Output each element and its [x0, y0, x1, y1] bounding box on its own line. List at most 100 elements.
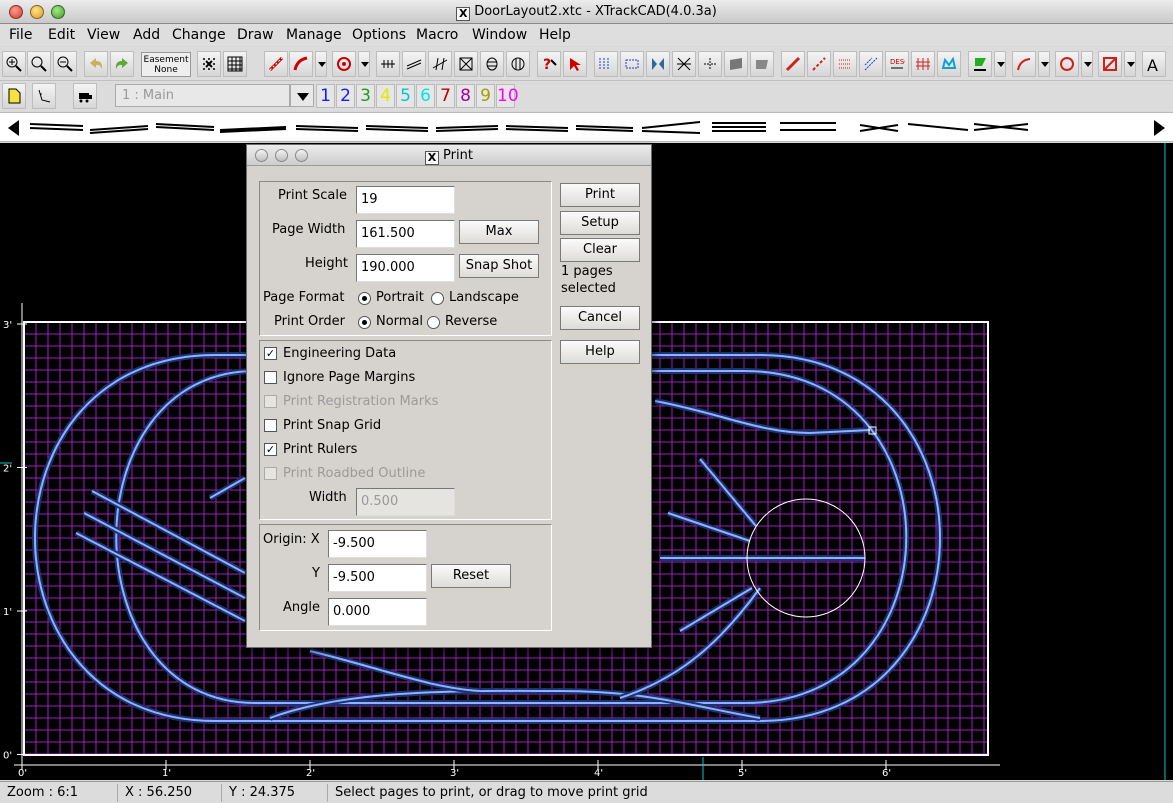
menu-edit[interactable]: Edit: [48, 27, 75, 43]
layer-select-dropdown[interactable]: [290, 84, 314, 107]
draw-circle-dropdown[interactable]: [1081, 51, 1093, 77]
profile-button[interactable]: [750, 51, 774, 77]
rotate-button[interactable]: [620, 51, 644, 77]
describe-button[interactable]: ?: [537, 51, 561, 77]
origin-x-input[interactable]: -9.500: [328, 530, 427, 558]
normal-order-radio[interactable]: [358, 316, 371, 329]
menu-help[interactable]: Help: [539, 27, 571, 43]
hot-bar-part-9[interactable]: [575, 125, 634, 132]
text-button[interactable]: [937, 51, 961, 77]
cancel-button[interactable]: Cancel: [560, 306, 640, 330]
color-fill-button[interactable]: [968, 51, 992, 77]
straight-track-button[interactable]: [376, 51, 400, 77]
hot-bar-part-11[interactable]: [712, 122, 766, 132]
color-fill-dropdown[interactable]: [994, 51, 1006, 77]
car-button[interactable]: [807, 51, 831, 77]
draw-line-button[interactable]: [1012, 51, 1036, 77]
hot-bar-part-5[interactable]: [295, 125, 359, 132]
reset-button[interactable]: Reset: [431, 564, 511, 588]
page-width-input[interactable]: 161.500: [356, 220, 455, 248]
menu-macro[interactable]: Macro: [416, 27, 458, 43]
undo-button[interactable]: [84, 51, 108, 77]
hot-bar-part-12[interactable]: [780, 122, 836, 131]
snap-button[interactable]: [197, 51, 221, 77]
page-height-input[interactable]: 190.000: [356, 254, 455, 282]
hot-bar-part-6[interactable]: [365, 125, 429, 132]
zoom-button[interactable]: [27, 51, 51, 77]
dialog-zoom-button[interactable]: [295, 149, 308, 162]
hot-bar-part-3[interactable]: [155, 123, 215, 131]
curve-track-button[interactable]: [289, 51, 313, 77]
snap-shot-button[interactable]: Snap Shot: [459, 254, 539, 278]
draw-line-dropdown[interactable]: [1038, 51, 1050, 77]
draw-box-dropdown[interactable]: [1124, 51, 1136, 77]
turntable-button[interactable]: [506, 51, 530, 77]
curve-track-dropdown[interactable]: [315, 51, 327, 77]
connect-button[interactable]: [698, 51, 722, 77]
layer-button-1[interactable]: 1: [316, 84, 335, 108]
setup-button[interactable]: Setup: [560, 211, 640, 235]
select-button[interactable]: [563, 51, 587, 77]
snap-grid-checkbox[interactable]: [264, 419, 277, 432]
hot-bar-part-8[interactable]: [505, 125, 569, 132]
menu-view[interactable]: View: [87, 27, 120, 43]
helix-button[interactable]: [428, 51, 452, 77]
menu-draw[interactable]: Draw: [237, 27, 274, 43]
hot-bar-part-13[interactable]: [859, 123, 969, 132]
hot-bar-part-7[interactable]: [435, 125, 499, 132]
hot-bar-right-arrow-icon[interactable]: [1149, 117, 1169, 139]
layer-button-3[interactable]: 3: [356, 84, 375, 108]
layer-button-9[interactable]: 9: [476, 84, 495, 108]
clear-button[interactable]: Clear: [560, 238, 640, 262]
landscape-radio[interactable]: [431, 292, 444, 305]
ignore-margins-checkbox[interactable]: [264, 371, 277, 384]
max-button[interactable]: Max: [459, 220, 539, 244]
menu-file[interactable]: File: [9, 27, 32, 43]
move-button[interactable]: [594, 51, 618, 77]
hot-bar-part-14[interactable]: [973, 123, 1029, 131]
redo-button[interactable]: [110, 51, 134, 77]
flex-track-button[interactable]: [264, 51, 288, 77]
help-button[interactable]: Help: [560, 340, 640, 364]
origin-y-input[interactable]: -9.500: [328, 564, 427, 592]
train-button[interactable]: [781, 51, 805, 77]
dialog-minimize-button[interactable]: [275, 149, 288, 162]
angle-input[interactable]: 0.000: [328, 598, 427, 626]
flip-button[interactable]: [646, 51, 670, 77]
hot-bar-part-1[interactable]: [29, 123, 84, 131]
registration-marks-checkbox[interactable]: [264, 395, 277, 408]
print-scale-input[interactable]: 19: [356, 186, 455, 214]
easement-button[interactable]: Easement None: [141, 52, 191, 77]
hot-bar-part-2[interactable]: [89, 125, 149, 134]
hot-bar-parts[interactable]: [28, 118, 1068, 138]
layer-button-5[interactable]: 5: [396, 84, 415, 108]
menu-add[interactable]: Add: [133, 27, 160, 43]
draw-circle-button[interactable]: [1055, 51, 1079, 77]
grid-button[interactable]: [223, 51, 247, 77]
zoom-out-button[interactable]: [53, 51, 77, 77]
signal-button[interactable]: DESC: [885, 51, 909, 77]
print-rulers-checkbox[interactable]: ✓: [264, 443, 277, 456]
new-file-button[interactable]: [2, 83, 26, 109]
menu-window[interactable]: Window: [472, 27, 527, 43]
engineering-data-checkbox[interactable]: ✓: [264, 347, 277, 360]
turnout-dropdown[interactable]: [358, 51, 370, 77]
draw-box-button[interactable]: [1098, 51, 1122, 77]
print-button[interactable]: Print: [560, 183, 640, 207]
layer-button-7[interactable]: 7: [436, 84, 455, 108]
roadbed-width-input[interactable]: 0.500: [356, 488, 455, 516]
bridge-button[interactable]: [480, 51, 504, 77]
split-button[interactable]: [672, 51, 696, 77]
block-button[interactable]: [833, 51, 857, 77]
layer-button-2[interactable]: 2: [336, 84, 355, 108]
dialog-close-button[interactable]: [255, 149, 268, 162]
layer-button-4[interactable]: 4: [376, 84, 395, 108]
hot-bar-left-arrow-icon[interactable]: [4, 117, 24, 139]
note-button[interactable]: [911, 51, 935, 77]
ruler-button[interactable]: [32, 83, 56, 109]
layer-select[interactable]: 1 : Main: [115, 84, 290, 107]
elevation-button[interactable]: [724, 51, 748, 77]
text-tool-button[interactable]: A: [1142, 51, 1166, 77]
parallel-button[interactable]: [402, 51, 426, 77]
portrait-radio[interactable]: [358, 292, 371, 305]
